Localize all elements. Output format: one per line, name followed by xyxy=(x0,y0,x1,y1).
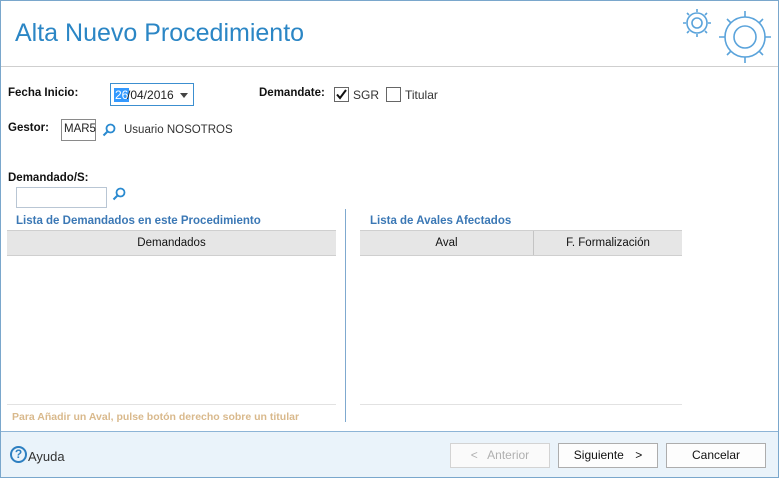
help-link[interactable]: Ayuda xyxy=(28,449,65,464)
column-header-demandados[interactable]: Demandados xyxy=(7,231,336,255)
chevron-right-icon: > xyxy=(635,448,643,462)
next-button[interactable]: Siguiente > xyxy=(558,443,658,468)
chevron-down-icon[interactable] xyxy=(180,93,188,98)
avales-list-title: Lista de Avales Afectados xyxy=(370,215,512,227)
search-icon[interactable] xyxy=(101,122,117,138)
gears-icon xyxy=(683,9,771,63)
column-header-aval[interactable]: Aval xyxy=(360,231,533,255)
dialog-footer: ? Ayuda < Anterior Siguiente > Cancelar xyxy=(1,431,778,477)
previous-button[interactable]: < Anterior xyxy=(450,443,550,468)
titular-label: Titular xyxy=(405,88,438,102)
demandados-grid-header: Demandados xyxy=(7,230,336,256)
demandados-label: Demandado/S: xyxy=(8,172,89,184)
titular-checkbox[interactable] xyxy=(386,87,401,102)
avales-grid-header: Aval F. Formalización xyxy=(360,230,682,256)
fecha-inicio-label: Fecha Inicio: xyxy=(8,87,79,99)
next-button-label: Siguiente xyxy=(573,448,624,462)
sgr-label: SGR xyxy=(353,88,380,102)
fecha-inicio-datepicker[interactable]: 26 /04/2016 xyxy=(110,83,194,106)
search-icon[interactable] xyxy=(111,186,127,202)
checkmark-icon xyxy=(336,89,347,100)
avales-grid-bottom xyxy=(360,404,682,405)
page-title: Alta Nuevo Procedimiento xyxy=(15,19,305,47)
hint-text: Para Añadir un Aval, pulse botón derecho… xyxy=(12,411,300,423)
column-header-f-formalizacion[interactable]: F. Formalización xyxy=(534,231,682,255)
demandados-list-title: Lista de Demandados en este Procedimient… xyxy=(16,215,261,227)
gestor-label: Gestor: xyxy=(8,122,49,134)
gestor-code-field[interactable]: MAR5 xyxy=(61,119,96,141)
gestor-name-text: Usuario NOSOTROS xyxy=(124,124,233,136)
dialog-window: Alta Nuevo Procedimiento Fecha Inicio: 2… xyxy=(0,0,779,478)
previous-button-label: Anterior xyxy=(487,448,530,462)
cancel-button[interactable]: Cancelar xyxy=(666,443,766,468)
demandados-input[interactable] xyxy=(16,187,107,208)
panel-divider xyxy=(345,209,346,422)
help-icon[interactable]: ? xyxy=(10,446,27,463)
dialog-header: Alta Nuevo Procedimiento xyxy=(1,1,778,67)
demandate-label: Demandate: xyxy=(259,87,325,99)
demandados-grid-bottom xyxy=(7,404,336,405)
chevron-left-icon: < xyxy=(470,448,478,462)
fecha-date-text: /04/2016 xyxy=(127,88,174,102)
sgr-checkbox[interactable] xyxy=(334,87,349,102)
